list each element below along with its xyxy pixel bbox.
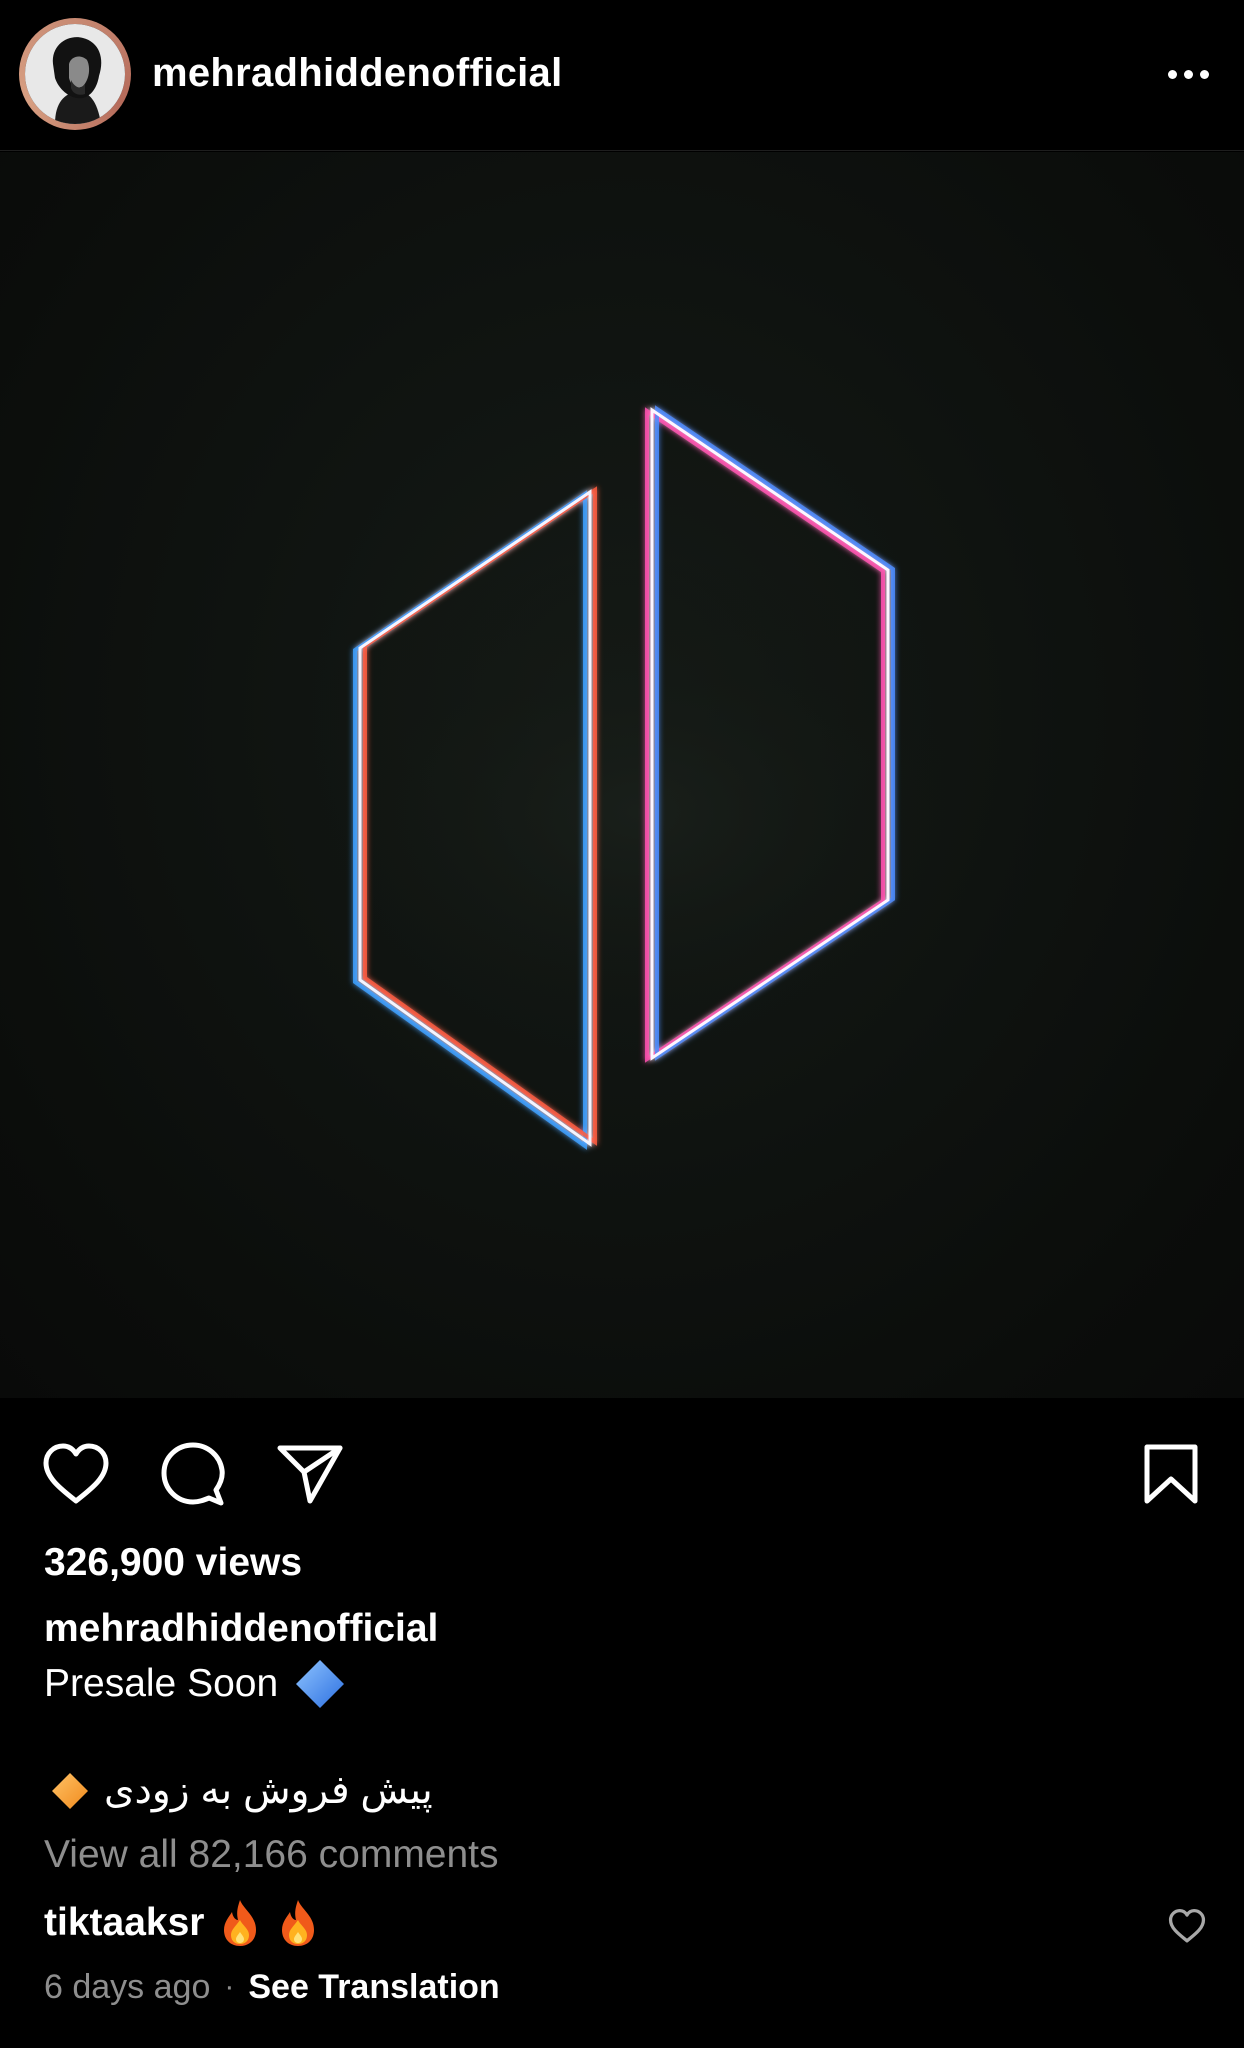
caption-username[interactable]: mehradhiddenofficial xyxy=(44,1606,438,1652)
avatar[interactable] xyxy=(19,18,131,130)
comment-timestamp: 6 days ago xyxy=(44,1968,211,2006)
meta-separator: · xyxy=(224,1970,235,2003)
comment-meta: 6 days ago · See Translation xyxy=(44,1965,500,2009)
header-username[interactable]: mehradhiddenofficial xyxy=(152,50,563,96)
like-button[interactable] xyxy=(40,1438,112,1510)
caption-line-1: Presale Soon xyxy=(44,1658,346,1710)
more-icon-dot xyxy=(1183,69,1193,79)
more-icon-dot xyxy=(1199,69,1209,79)
heart-outline-small-icon xyxy=(1168,1909,1206,1943)
caption-line-2: پیش فروش به زودی xyxy=(50,1766,433,1816)
top-comment: tiktaaksr xyxy=(44,1898,320,1948)
more-icon-dot xyxy=(1167,69,1177,79)
comment-icon xyxy=(161,1442,225,1506)
view-count[interactable]: 326,900 views xyxy=(44,1540,302,1586)
comment-like-button[interactable] xyxy=(1165,1904,1209,1948)
action-bar xyxy=(0,1398,1244,1528)
share-button[interactable] xyxy=(274,1438,346,1510)
caption-text: Presale Soon xyxy=(44,1662,279,1705)
post-header: mehradhiddenofficial xyxy=(0,0,1244,151)
blue-diamond-icon xyxy=(296,1660,345,1708)
bookmark-icon xyxy=(1144,1444,1198,1504)
hexagon-logo-graphic xyxy=(260,405,1020,1150)
fire-emoji-icon xyxy=(224,1900,257,1946)
fire-emoji-icon xyxy=(282,1900,315,1946)
more-options-button[interactable] xyxy=(1158,54,1218,94)
caption-persian-text: پیش فروش به زودی xyxy=(104,1769,433,1812)
orange-diamond-icon xyxy=(52,1773,88,1809)
see-translation-link[interactable]: See Translation xyxy=(248,1965,499,2009)
post-media[interactable] xyxy=(0,152,1244,1398)
comment-button[interactable] xyxy=(157,1438,229,1510)
heart-icon xyxy=(43,1443,109,1504)
comment-username[interactable]: tiktaaksr xyxy=(44,1898,204,1948)
view-all-comments-link[interactable]: View all 82,166 comments xyxy=(44,1832,499,1878)
avatar-image xyxy=(25,24,125,124)
send-icon xyxy=(277,1445,343,1504)
save-button[interactable] xyxy=(1135,1438,1207,1510)
